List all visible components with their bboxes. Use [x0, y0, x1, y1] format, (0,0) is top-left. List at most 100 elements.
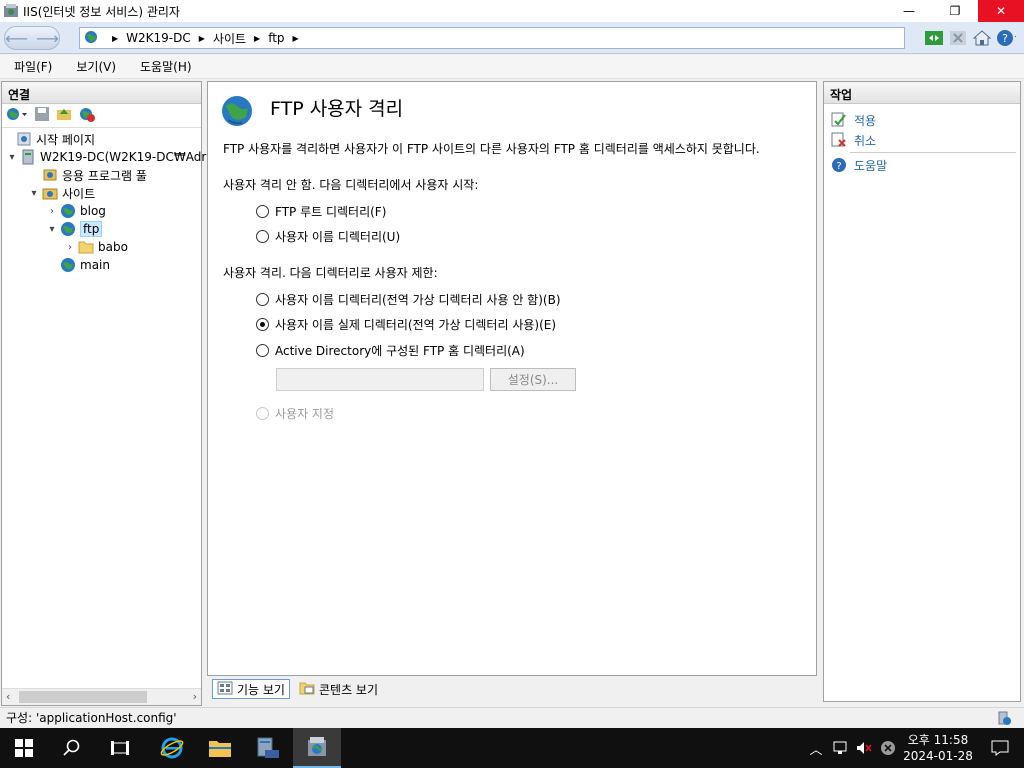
- actions-panel: 작업 적용 취소 ? 도움말: [823, 81, 1021, 702]
- collapse-chevron-icon[interactable]: ▾: [28, 188, 40, 199]
- radio-circle[interactable]: [256, 230, 269, 243]
- actions-divider: [850, 152, 1016, 153]
- disconnect-icon[interactable]: [78, 106, 96, 125]
- help-icon: ?: [830, 157, 848, 173]
- menu-view[interactable]: 보기(V): [62, 58, 126, 75]
- breadcrumb-sites[interactable]: 사이트 ▶: [213, 30, 268, 47]
- section-no-isolation-label: 사용자 격리 안 함. 다음 디렉터리에서 사용자 시작:: [223, 178, 479, 192]
- connections-hscrollbar[interactable]: ‹ ›: [2, 688, 201, 705]
- radio-user-name-no-global[interactable]: 사용자 이름 디렉터리(전역 가상 디렉터리 사용 안 함)(B): [256, 291, 561, 308]
- tree-node-label: blog: [80, 204, 106, 218]
- menu-bar: 파일(F) 보기(V) 도움말(H): [0, 55, 1024, 79]
- svg-text:?: ?: [1002, 32, 1008, 45]
- sites-folder-icon: [42, 185, 58, 201]
- tray-chevron-up-icon[interactable]: ︿: [804, 739, 828, 758]
- tree-node-babo[interactable]: › babo: [64, 238, 128, 256]
- minimize-button[interactable]: —: [886, 0, 932, 22]
- stop-icon[interactable]: [948, 28, 968, 48]
- folder-icon: [78, 239, 94, 255]
- start-button[interactable]: [0, 728, 48, 768]
- taskbar-file-explorer[interactable]: [196, 728, 244, 768]
- taskbar-iis-manager[interactable]: [293, 728, 341, 768]
- scroll-right-icon[interactable]: ›: [193, 690, 197, 703]
- app-pool-icon: [42, 167, 58, 183]
- radio-circle[interactable]: [256, 293, 269, 306]
- system-tray: ︿ 오후 11:58 2024-01-28: [804, 728, 1024, 768]
- radio-user-physical-dir[interactable]: 사용자 이름 실제 디렉터리(전역 가상 디렉터리 사용)(E): [256, 316, 556, 333]
- radio-label: 사용자 이름 실제 디렉터리(전역 가상 디렉터리 사용)(E): [275, 318, 557, 332]
- folder-explorer-icon: [209, 741, 231, 757]
- action-cancel[interactable]: 취소: [824, 130, 1020, 150]
- notification-error-icon[interactable]: [876, 740, 900, 756]
- tree-node-start-page[interactable]: 시작 페이지: [16, 130, 95, 148]
- site-globe-icon: [60, 221, 76, 237]
- back-arrow-icon[interactable]: ⟵: [5, 29, 28, 48]
- breadcrumb-ftp[interactable]: ftp ▶: [268, 31, 307, 45]
- tree-node-sites[interactable]: ▾ 사이트: [28, 184, 95, 202]
- collapse-chevron-icon[interactable]: ▾: [46, 224, 58, 235]
- back-forward-buttons[interactable]: ⟵ ⟶: [4, 26, 60, 50]
- taskbar-server-manager[interactable]: [244, 728, 292, 768]
- scroll-thumb[interactable]: [19, 691, 147, 703]
- breadcrumb-server[interactable]: W2K19-DC ▶: [126, 31, 213, 45]
- connections-tree: 시작 페이지 ▾ W2K19-DC(W2K19-DC₩Adr 응용 프로그램 풀…: [2, 128, 206, 683]
- expand-chevron-icon[interactable]: ›: [64, 242, 76, 253]
- clock-time: 오후 11:58: [907, 733, 969, 747]
- ad-path-field: [276, 368, 484, 391]
- iis-manager-icon: [308, 737, 326, 756]
- menu-file[interactable]: 파일(F): [0, 58, 62, 75]
- taskbar-ie[interactable]: [148, 728, 196, 768]
- volume-muted-icon[interactable]: [852, 741, 876, 755]
- taskbar-clock[interactable]: 오후 11:58 2024-01-28: [900, 732, 976, 764]
- address-path[interactable]: ▶ W2K19-DC ▶ 사이트 ▶ ftp ▶: [79, 27, 905, 49]
- tree-node-label: babo: [98, 240, 128, 254]
- section-isolation-label: 사용자 격리. 다음 디렉터리로 사용자 제한:: [223, 266, 438, 280]
- search-icon: [63, 739, 80, 756]
- radio-ftp-root[interactable]: FTP 루트 디렉터리(F): [256, 203, 386, 220]
- radio-circle[interactable]: [256, 344, 269, 357]
- title-bar: IIS(인터넷 정보 서비스) 관리자 — ❐ ✕: [0, 0, 1024, 22]
- menu-help[interactable]: 도움말(H): [126, 58, 202, 75]
- tree-node-server[interactable]: ▾ W2K19-DC(W2K19-DC₩Adr: [6, 148, 206, 166]
- action-apply[interactable]: 적용: [824, 110, 1020, 130]
- tree-node-label: 응용 프로그램 풀: [62, 168, 147, 183]
- refresh-icon[interactable]: [924, 28, 944, 48]
- connect-globe-icon[interactable]: [6, 106, 28, 125]
- breadcrumb-root-arrow[interactable]: ▶: [104, 34, 126, 43]
- restore-button[interactable]: ❐: [932, 0, 978, 22]
- tab-features-view[interactable]: 기능 보기: [212, 679, 290, 699]
- globe-icon: [84, 30, 98, 47]
- home-icon[interactable]: [972, 28, 992, 48]
- radio-user-name-dir[interactable]: 사용자 이름 디렉터리(U): [256, 228, 400, 245]
- close-button[interactable]: ✕: [978, 0, 1024, 22]
- help-dropdown-icon[interactable]: ?: [996, 28, 1016, 48]
- ftp-isolation-globe-icon: [220, 94, 254, 131]
- content-view-icon: [299, 681, 315, 698]
- network-icon[interactable]: [828, 741, 852, 755]
- radio-active-directory[interactable]: Active Directory에 구성된 FTP 홈 디렉터리(A): [256, 342, 525, 359]
- clock-date: 2024-01-28: [903, 749, 973, 763]
- actions-header: 작업: [824, 82, 1020, 104]
- radio-circle-checked[interactable]: [256, 318, 269, 331]
- tree-node-label: 시작 페이지: [36, 132, 96, 147]
- action-center-icon[interactable]: [976, 740, 1024, 756]
- task-view-button[interactable]: [96, 728, 144, 768]
- tab-content-view[interactable]: 콘텐츠 보기: [294, 679, 383, 699]
- tree-node-app-pools[interactable]: 응용 프로그램 풀: [42, 166, 147, 184]
- forward-arrow-icon[interactable]: ⟶: [36, 29, 59, 48]
- expand-chevron-icon[interactable]: ›: [46, 206, 58, 217]
- tab-label: 기능 보기: [237, 682, 285, 697]
- tree-node-blog[interactable]: › blog: [46, 202, 106, 220]
- save-icon[interactable]: [34, 106, 50, 125]
- connections-toolbar: [2, 104, 201, 128]
- tree-node-main[interactable]: main: [60, 256, 110, 274]
- scroll-left-icon[interactable]: ‹: [6, 690, 10, 703]
- search-button[interactable]: [48, 728, 96, 768]
- up-folder-icon[interactable]: [56, 106, 72, 125]
- radio-circle-disabled: [256, 407, 269, 420]
- taskbar: ︿ 오후 11:58 2024-01-28: [0, 728, 1024, 768]
- collapse-chevron-icon[interactable]: ▾: [6, 152, 18, 163]
- radio-circle[interactable]: [256, 205, 269, 218]
- tree-node-ftp[interactable]: ▾ ftp: [46, 220, 103, 238]
- action-help[interactable]: ? 도움말: [824, 155, 1020, 175]
